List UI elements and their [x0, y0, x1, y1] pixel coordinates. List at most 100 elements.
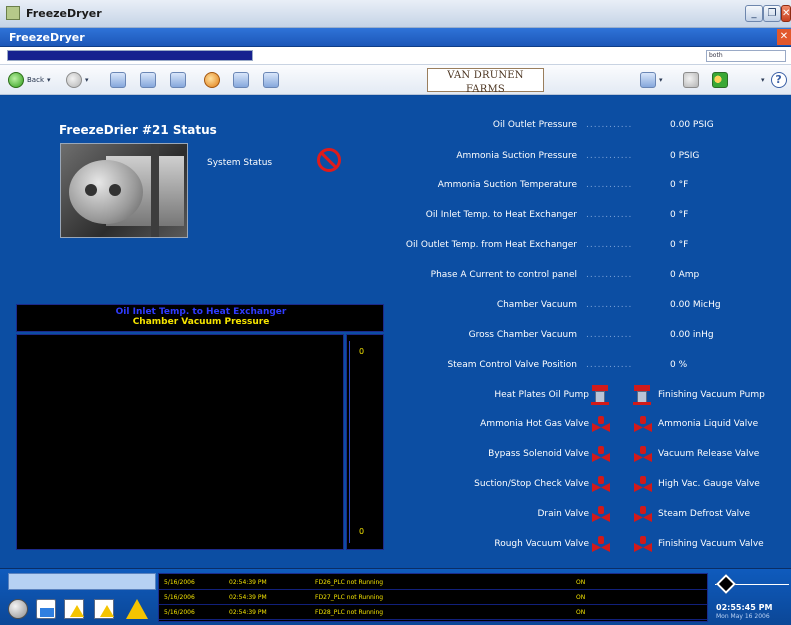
forward-button[interactable]: ▾ — [66, 71, 89, 89]
close-button[interactable]: ✕ — [781, 5, 791, 22]
clock-area: 02:55:45 PM Mon May 16 2006 — [713, 573, 791, 622]
equipment-row: Drain Valve Steam Defrost Valve — [380, 506, 790, 524]
tools-button[interactable]: ▾ — [640, 71, 663, 89]
back-dropdown-icon[interactable]: ▾ — [47, 76, 51, 84]
alarm-date: 5/16/2006 — [164, 579, 195, 586]
reading-dots: ............ — [586, 270, 633, 280]
network-icon — [233, 72, 249, 88]
reading-label: Ammonia Suction Temperature — [437, 180, 577, 190]
alarm-message: FD26_PLC not Running — [315, 579, 384, 586]
alarm-date: 5/16/2006 — [164, 594, 195, 601]
photo-port — [109, 184, 121, 196]
users-button[interactable] — [712, 71, 728, 89]
system-status-stopped-icon — [317, 148, 341, 172]
photo-pipe — [151, 144, 159, 237]
warning-icon[interactable] — [126, 599, 148, 619]
stop-button[interactable] — [170, 71, 186, 89]
chart-title: Oil Inlet Temp. to Heat Exchanger — [115, 307, 287, 317]
home-button[interactable] — [110, 71, 126, 89]
search-input[interactable]: both — [706, 50, 786, 62]
back-button[interactable]: Back ▾ — [8, 71, 51, 89]
address-strip: both — [0, 47, 791, 65]
alarm-log-icon[interactable] — [36, 599, 56, 619]
reading-value: 0 % — [670, 360, 688, 370]
reading-value: 0 °F — [670, 210, 689, 220]
refresh-button[interactable] — [140, 71, 156, 89]
valve-icon[interactable] — [634, 416, 652, 434]
help-button[interactable]: ▾ ? — [758, 71, 787, 89]
back-label: Back — [27, 76, 44, 84]
chart-plot-area[interactable] — [16, 334, 344, 550]
alarm-message: FD27_PLC not Running — [315, 594, 384, 601]
reading-row: Oil Inlet Temp. to Heat Exchanger ......… — [340, 210, 780, 224]
back-arrow-icon — [8, 72, 24, 88]
favorites-button[interactable] — [204, 71, 220, 89]
loading-progress-bar — [7, 50, 253, 61]
freeze-drier-photo — [60, 143, 188, 238]
chart-header: Oil Inlet Temp. to Heat Exchanger Chambe… — [16, 304, 384, 332]
reading-row: Gross Chamber Vacuum ............ 0.00 i… — [340, 330, 780, 344]
valve-icon[interactable] — [634, 506, 652, 524]
tools-dropdown-icon[interactable]: ▾ — [659, 76, 663, 84]
inner-header-title: FreezeDryer — [9, 31, 85, 44]
equipment-label: Bypass Solenoid Valve — [488, 449, 589, 459]
alarm-row[interactable]: 5/16/2006 02:54:39 PM FD28_PLC not Runni… — [159, 607, 707, 620]
equipment-row: Ammonia Hot Gas Valve Ammonia Liquid Val… — [380, 416, 790, 434]
forward-dropdown-icon[interactable]: ▾ — [85, 76, 89, 84]
reading-dots: ............ — [586, 210, 633, 220]
equipment-row: Bypass Solenoid Valve Vacuum Release Val… — [380, 446, 790, 464]
acknowledge-alarm-icon[interactable] — [94, 599, 114, 619]
users-dropdown-icon[interactable]: ▾ — [761, 76, 765, 84]
network-button[interactable] — [233, 71, 249, 89]
reading-dots: ............ — [586, 240, 633, 250]
pump-icon[interactable] — [590, 385, 610, 405]
logo-text: VAN DRUNEN FARMS — [447, 70, 524, 95]
time-slider-handle[interactable] — [716, 574, 736, 594]
equipment-label: Finishing Vacuum Valve — [658, 539, 764, 549]
valve-icon[interactable] — [592, 536, 610, 554]
alarm-report-icon[interactable] — [64, 599, 84, 619]
printer-icon — [683, 72, 699, 88]
window-button[interactable] — [263, 71, 279, 89]
valve-icon[interactable] — [592, 506, 610, 524]
valve-icon[interactable] — [592, 446, 610, 464]
equipment-label: Vacuum Release Valve — [658, 449, 760, 459]
reading-row: Ammonia Suction Pressure ............ 0 … — [340, 151, 780, 165]
reading-label: Oil Outlet Pressure — [492, 120, 577, 130]
refresh-alarms-icon[interactable] — [8, 599, 28, 619]
restore-button[interactable]: ❐ — [763, 5, 781, 22]
inner-header: FreezeDryer ✕ — [0, 28, 791, 47]
reading-label: Oil Outlet Temp. from Heat Exchanger — [405, 240, 577, 250]
reading-row: Oil Outlet Pressure ............ 0.00 PS… — [340, 120, 780, 134]
reading-dots: ............ — [586, 151, 633, 161]
alarm-time: 02:54:39 PM — [229, 609, 267, 616]
alarm-time: 02:54:39 PM — [229, 579, 267, 586]
reading-dots: ............ — [586, 120, 633, 130]
stop-icon — [170, 72, 186, 88]
minimize-button[interactable]: _ — [745, 5, 763, 22]
alarm-filter-input[interactable] — [8, 573, 156, 590]
reading-label: Ammonia Suction Pressure — [456, 151, 577, 161]
axis-tick-label: 0 — [359, 527, 365, 536]
reading-value: 0 PSIG — [670, 151, 700, 161]
alarm-row[interactable]: 5/16/2006 02:54:39 PM FD27_PLC not Runni… — [159, 592, 707, 605]
reading-label: Phase A Current to control panel — [430, 270, 577, 280]
pump-icon[interactable] — [632, 385, 652, 405]
reading-row: Oil Outlet Temp. from Heat Exchanger ...… — [340, 240, 780, 254]
reading-dots: ............ — [586, 180, 633, 190]
reading-row: Phase A Current to control panel .......… — [340, 270, 780, 284]
valve-icon[interactable] — [634, 536, 652, 554]
equipment-label: Drain Valve — [537, 509, 589, 519]
valve-icon[interactable] — [592, 476, 610, 494]
valve-icon[interactable] — [634, 476, 652, 494]
valve-icon[interactable] — [592, 416, 610, 434]
reading-row: Chamber Vacuum ............ 0.00 MicHg — [340, 300, 780, 314]
valve-icon[interactable] — [634, 446, 652, 464]
equipment-label: High Vac. Gauge Valve — [658, 479, 760, 489]
alarm-row[interactable]: 5/16/2006 02:54:39 PM FD26_PLC not Runni… — [159, 577, 707, 590]
refresh-icon — [140, 72, 156, 88]
window-icon — [263, 72, 279, 88]
inner-close-button[interactable]: ✕ — [777, 29, 791, 45]
print-button[interactable] — [683, 71, 699, 89]
window-titlebar: FreezeDryer _ ❐ ✕ — [0, 0, 791, 28]
